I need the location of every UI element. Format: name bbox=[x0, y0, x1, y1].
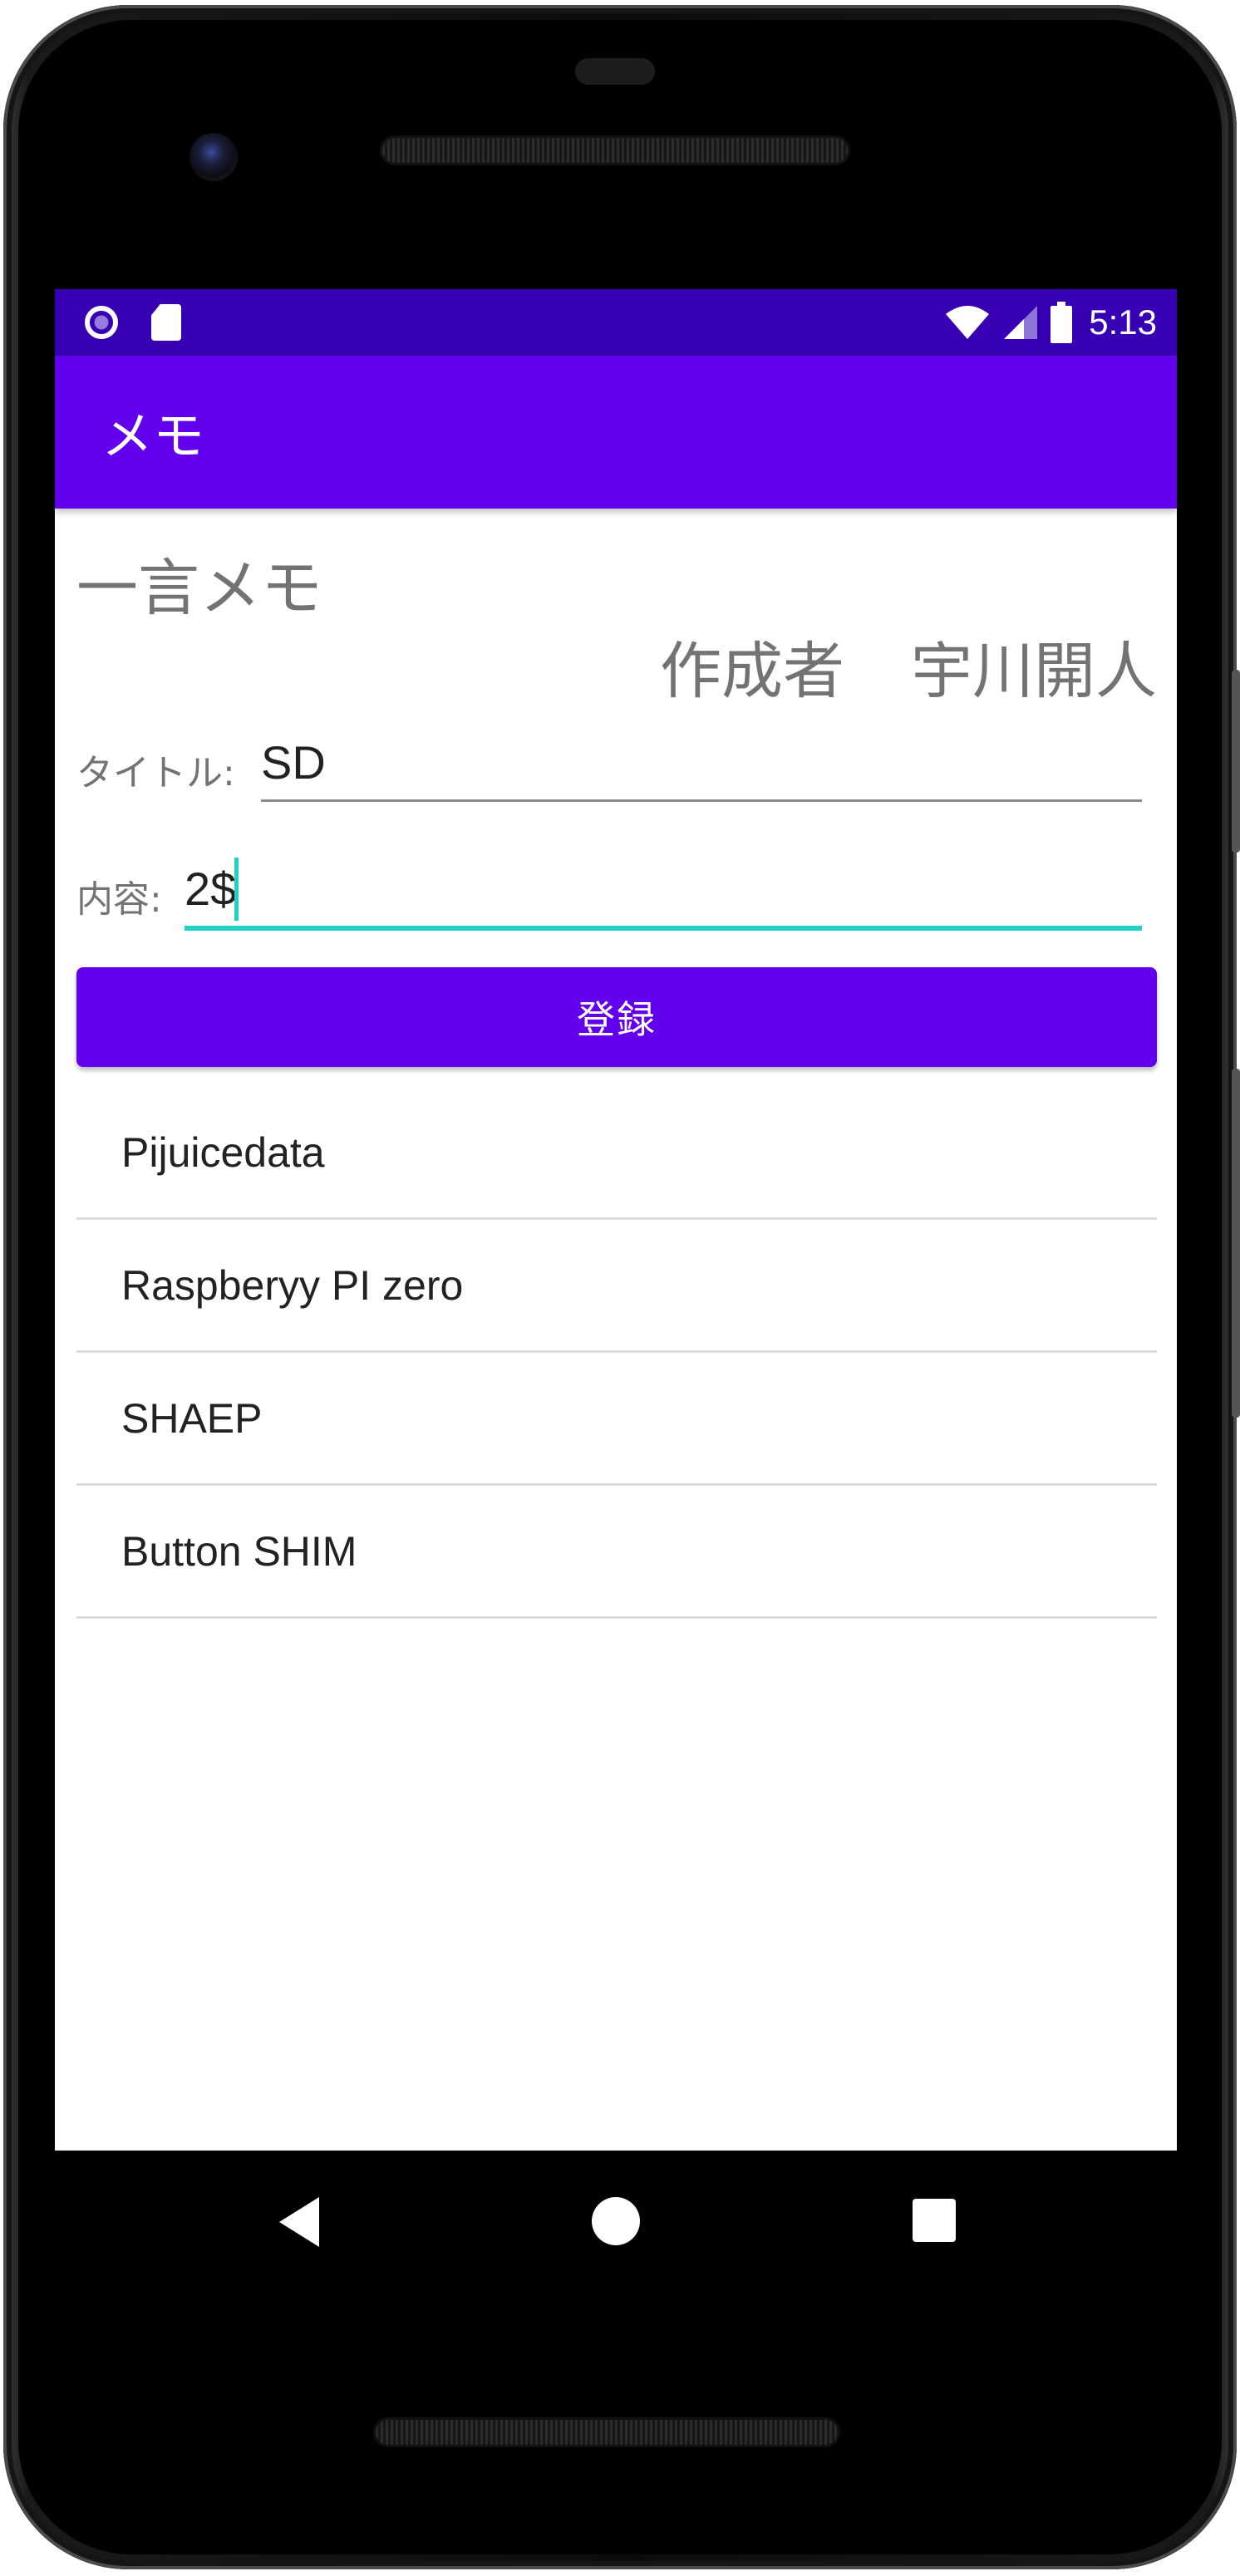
author-label: 作成者 bbox=[660, 636, 844, 707]
wifi-icon bbox=[946, 306, 990, 339]
cell-signal-icon bbox=[1004, 306, 1038, 339]
sensor bbox=[575, 58, 655, 85]
battery-icon bbox=[1051, 302, 1073, 343]
author-line: 作成者 宇川開人 bbox=[660, 622, 1157, 710]
status-right-group: 5:13 bbox=[944, 289, 1157, 356]
list-item[interactable]: Raspberyy PI zero bbox=[76, 1220, 1157, 1353]
text-cursor bbox=[234, 858, 239, 921]
earpiece-speaker bbox=[382, 138, 848, 163]
power-button bbox=[1232, 670, 1240, 853]
volume-button bbox=[1232, 1069, 1240, 1418]
list-item[interactable]: SHAEP bbox=[76, 1353, 1157, 1486]
status-time: 5:13 bbox=[1089, 302, 1157, 342]
list-item[interactable]: Pijuicedata bbox=[76, 1087, 1157, 1220]
sd-card-icon bbox=[151, 304, 181, 341]
front-camera bbox=[189, 133, 238, 181]
home-icon[interactable] bbox=[592, 2197, 640, 2245]
status-bar: 5:13 bbox=[55, 289, 1177, 356]
back-icon[interactable] bbox=[279, 2197, 319, 2247]
app-title: メモ bbox=[101, 406, 205, 466]
notification-circle-icon bbox=[85, 306, 118, 339]
memo-heading: 一言メモ bbox=[76, 553, 322, 624]
bottom-speaker bbox=[376, 2420, 838, 2445]
device-screen: 5:13 メモ 一言メモ 作成者宇川開人 タイトル: 内容: 登録 Pijuic… bbox=[55, 289, 1177, 2151]
register-button[interactable]: 登録 bbox=[76, 967, 1157, 1067]
recents-icon[interactable] bbox=[913, 2199, 956, 2242]
app-bar: メモ bbox=[55, 356, 1177, 509]
navigation-bar bbox=[55, 2151, 1177, 2292]
title-label: タイトル: bbox=[76, 752, 235, 794]
content-label: 内容: bbox=[76, 878, 162, 921]
memo-list: Pijuicedata Raspberyy PI zero SHAEP Butt… bbox=[76, 1087, 1157, 1619]
author-name: 宇川開人 bbox=[911, 636, 1157, 707]
title-input[interactable] bbox=[261, 725, 1142, 802]
content-input[interactable] bbox=[185, 851, 1142, 931]
list-item[interactable]: Button SHIM bbox=[76, 1486, 1157, 1619]
